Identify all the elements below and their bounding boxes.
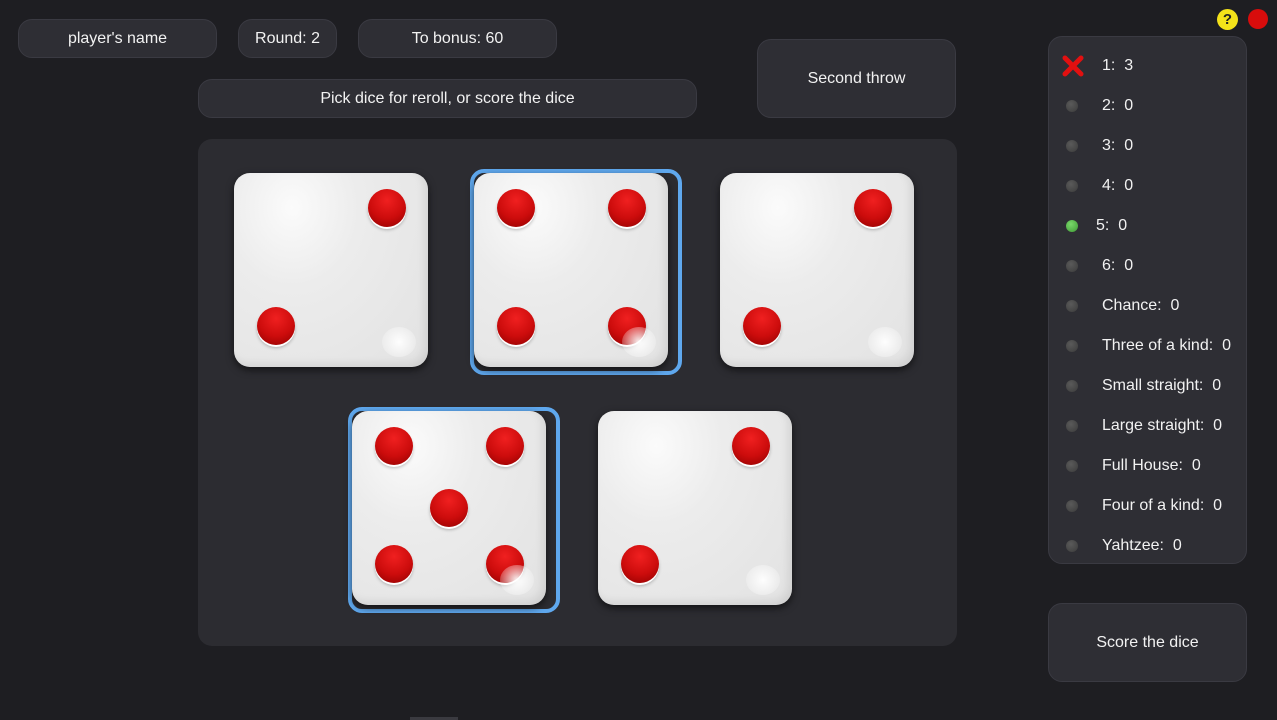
score-label: Yahtzee: 0 (1102, 537, 1182, 554)
status-dot-icon (1066, 500, 1078, 512)
die-face (352, 411, 546, 605)
second-throw-button[interactable]: Second throw (757, 39, 956, 118)
suggested-dot-icon (1066, 220, 1078, 232)
die-face (234, 173, 428, 367)
status-dot-icon (1066, 100, 1078, 112)
status-dot-icon (1066, 260, 1078, 272)
status-dot-icon (1066, 540, 1078, 552)
pip (497, 189, 535, 227)
score-row[interactable]: 5: 0 (1049, 206, 1248, 246)
score-label: Full House: 0 (1102, 457, 1201, 474)
dice-tray (198, 139, 957, 646)
score-label: Three of a kind: 0 (1102, 337, 1231, 354)
die-face (720, 173, 914, 367)
score-row[interactable]: Large straight: 0 (1049, 406, 1248, 446)
score-label: 1: 3 (1102, 57, 1134, 74)
status-dot-icon (1066, 340, 1078, 352)
score-row[interactable]: 1: 3 (1049, 46, 1248, 86)
score-row[interactable]: Four of a kind: 0 (1049, 486, 1248, 526)
score-label: Small straight: 0 (1102, 377, 1222, 394)
status-dot-icon (1066, 300, 1078, 312)
pip (430, 489, 468, 527)
score-row[interactable]: 6: 0 (1049, 246, 1248, 286)
score-row[interactable]: Chance: 0 (1049, 286, 1248, 326)
pip (486, 427, 524, 465)
close-icon[interactable] (1248, 9, 1268, 29)
pip (608, 307, 646, 345)
instruction-text: Pick dice for reroll, or score the dice (198, 79, 697, 118)
status-dot-icon (1066, 420, 1078, 432)
score-label: Large straight: 0 (1102, 417, 1223, 434)
die-5[interactable] (594, 407, 806, 613)
pip (375, 545, 413, 583)
status-dot-icon (1066, 460, 1078, 472)
pip (743, 307, 781, 345)
die-face (598, 411, 792, 605)
score-label: 2: 0 (1102, 97, 1134, 114)
score-label: 6: 0 (1102, 257, 1134, 274)
score-row[interactable]: Yahtzee: 0 (1049, 526, 1248, 566)
scorecard: 1: 3 2: 0 3: 0 4: 0 5: 0 6: 0 Chance: 0 Three o… (1048, 36, 1247, 564)
pip (257, 307, 295, 345)
pip (375, 427, 413, 465)
round-indicator: Round: 2 (238, 19, 337, 58)
die-2[interactable] (470, 169, 682, 375)
score-row[interactable]: 2: 0 (1049, 86, 1248, 126)
score-row[interactable]: Three of a kind: 0 (1049, 326, 1248, 366)
score-label: Chance: 0 (1102, 297, 1180, 314)
score-row[interactable]: 3: 0 (1049, 126, 1248, 166)
status-dot-icon (1066, 140, 1078, 152)
pip (486, 545, 524, 583)
status-dot-icon (1066, 180, 1078, 192)
score-label: 4: 0 (1102, 177, 1134, 194)
scored-x-icon (1062, 55, 1084, 77)
score-row[interactable]: 4: 0 (1049, 166, 1248, 206)
score-label: 5: 0 (1096, 217, 1128, 234)
status-dot-icon (1066, 380, 1078, 392)
player-name-field[interactable]: player's name (18, 19, 217, 58)
help-icon[interactable]: ? (1217, 9, 1238, 30)
die-1[interactable] (230, 169, 442, 375)
score-row[interactable]: Small straight: 0 (1049, 366, 1248, 406)
pip (368, 189, 406, 227)
die-4[interactable] (348, 407, 560, 613)
pip (621, 545, 659, 583)
die-face (474, 173, 668, 367)
die-3[interactable] (716, 169, 928, 375)
pip (497, 307, 535, 345)
bonus-indicator: To bonus: 60 (358, 19, 557, 58)
score-row[interactable]: Full House: 0 (1049, 446, 1248, 486)
pip (854, 189, 892, 227)
score-label: Four of a kind: 0 (1102, 497, 1223, 514)
pip (608, 189, 646, 227)
score-dice-button[interactable]: Score the dice (1048, 603, 1247, 682)
pip (732, 427, 770, 465)
score-label: 3: 0 (1102, 137, 1134, 154)
